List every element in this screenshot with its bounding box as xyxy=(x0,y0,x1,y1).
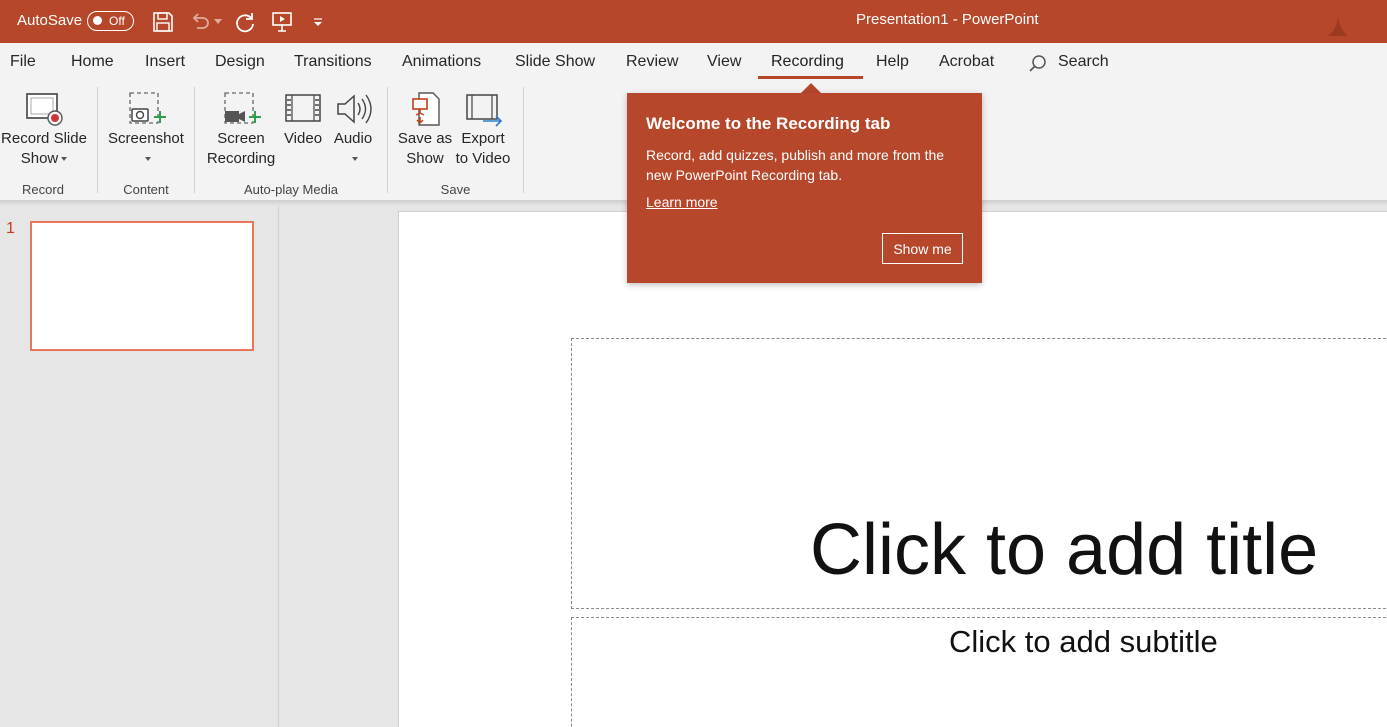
tab-slide-show[interactable]: Slide Show xyxy=(515,53,595,71)
user-icon[interactable] xyxy=(1324,14,1350,43)
save-as-show-icon xyxy=(412,92,440,126)
active-tab-indicator xyxy=(758,76,863,79)
chevron-down-icon xyxy=(351,157,358,162)
tab-review[interactable]: Review xyxy=(626,53,678,71)
callout-body: Record, add quizzes, publish and more fr… xyxy=(646,147,945,183)
slide-canvas[interactable]: Click to add title Click to add subtitle xyxy=(398,211,1387,727)
redo-icon[interactable] xyxy=(232,10,258,34)
autosave-label: AutoSave xyxy=(17,12,83,29)
save-icon[interactable] xyxy=(151,10,175,34)
autosave-toggle[interactable]: Off xyxy=(87,11,134,31)
tab-animations[interactable]: Animations xyxy=(402,53,481,71)
video-icon xyxy=(285,94,321,122)
record-slide-show-icon xyxy=(26,93,63,126)
show-me-button[interactable]: Show me xyxy=(882,233,963,264)
screenshot-label: Screenshot xyxy=(108,130,184,147)
save-as-show-label-1: Save as xyxy=(397,130,453,147)
title-placeholder[interactable]: Click to add title xyxy=(571,338,1387,609)
export-to-video-label-2: to Video xyxy=(455,150,511,167)
subtitle-placeholder-text: Click to add subtitle xyxy=(949,624,1218,659)
tab-insert[interactable]: Insert xyxy=(145,53,185,71)
screenshot-button[interactable]: Screenshot xyxy=(104,91,188,169)
toggle-knob xyxy=(93,16,102,25)
undo-icon[interactable] xyxy=(188,10,212,34)
audio-label: Audio xyxy=(333,130,373,147)
slide-number: 1 xyxy=(6,220,15,237)
subtitle-placeholder[interactable]: Click to add subtitle xyxy=(571,617,1387,727)
export-to-video-label-1: Export xyxy=(461,130,505,147)
group-separator xyxy=(523,87,524,193)
group-label-autoplay: Auto-play Media xyxy=(244,182,338,197)
screen-recording-label-1: Screen xyxy=(217,130,265,147)
chevron-down-icon xyxy=(144,157,151,162)
customize-toolbar-icon[interactable] xyxy=(310,10,326,34)
group-label-record: Record xyxy=(22,182,64,197)
export-to-video-button[interactable]: Export to Video xyxy=(452,91,514,169)
screen-recording-button[interactable]: Screen Recording xyxy=(202,91,280,169)
tab-file[interactable]: File xyxy=(10,53,36,71)
export-video-icon xyxy=(466,94,503,127)
title-bar: AutoSave Off Presentation1 - PowerPoint xyxy=(0,0,1387,43)
tab-help[interactable]: Help xyxy=(876,53,909,71)
title-placeholder-text: Click to add title xyxy=(810,510,1319,590)
search-box[interactable]: Search xyxy=(1058,53,1109,71)
document-title: Presentation1 - PowerPoint xyxy=(856,11,1039,28)
video-label: Video xyxy=(283,130,323,147)
tab-view[interactable]: View xyxy=(707,53,741,71)
group-separator xyxy=(387,87,388,193)
present-from-beginning-icon[interactable] xyxy=(270,10,294,34)
slide-thumbnail-pane: 1 xyxy=(0,206,279,727)
tab-home[interactable]: Home xyxy=(71,53,114,71)
tab-acrobat[interactable]: Acrobat xyxy=(939,53,994,71)
audio-button[interactable]: Audio xyxy=(328,91,378,169)
group-label-content: Content xyxy=(123,182,169,197)
autosave-state: Off xyxy=(109,14,125,28)
chevron-down-icon xyxy=(61,157,68,162)
tab-recording[interactable]: Recording xyxy=(771,53,844,71)
undo-dropdown-icon[interactable] xyxy=(212,10,224,34)
search-icon[interactable] xyxy=(1028,54,1048,79)
slide-thumbnail[interactable] xyxy=(30,221,254,351)
video-button[interactable]: Video xyxy=(280,91,326,149)
save-as-show-label-2: Show xyxy=(406,150,444,167)
tab-transitions[interactable]: Transitions xyxy=(294,53,372,71)
screenshot-icon xyxy=(129,92,166,124)
record-slide-show-label-2: Show xyxy=(20,150,59,167)
learn-more-link[interactable]: Learn more xyxy=(646,194,718,210)
recording-tab-callout: Welcome to the Recording tab Record, add… xyxy=(627,93,982,283)
screen-recording-label-2: Recording xyxy=(206,150,276,167)
record-slide-show-label-1: Record Slide xyxy=(1,130,87,147)
group-separator xyxy=(97,87,98,193)
speaker-icon xyxy=(337,94,372,124)
ribbon-tabs: File Home Insert Design Transitions Anim… xyxy=(0,43,1387,81)
group-separator xyxy=(194,87,195,193)
tab-design[interactable]: Design xyxy=(215,53,265,71)
callout-title: Welcome to the Recording tab xyxy=(646,114,891,133)
screen-recording-icon xyxy=(224,92,261,124)
save-as-show-button[interactable]: Save as Show xyxy=(395,91,455,169)
record-slide-show-button[interactable]: Record Slide Show xyxy=(0,91,88,169)
group-label-save: Save xyxy=(440,182,471,197)
